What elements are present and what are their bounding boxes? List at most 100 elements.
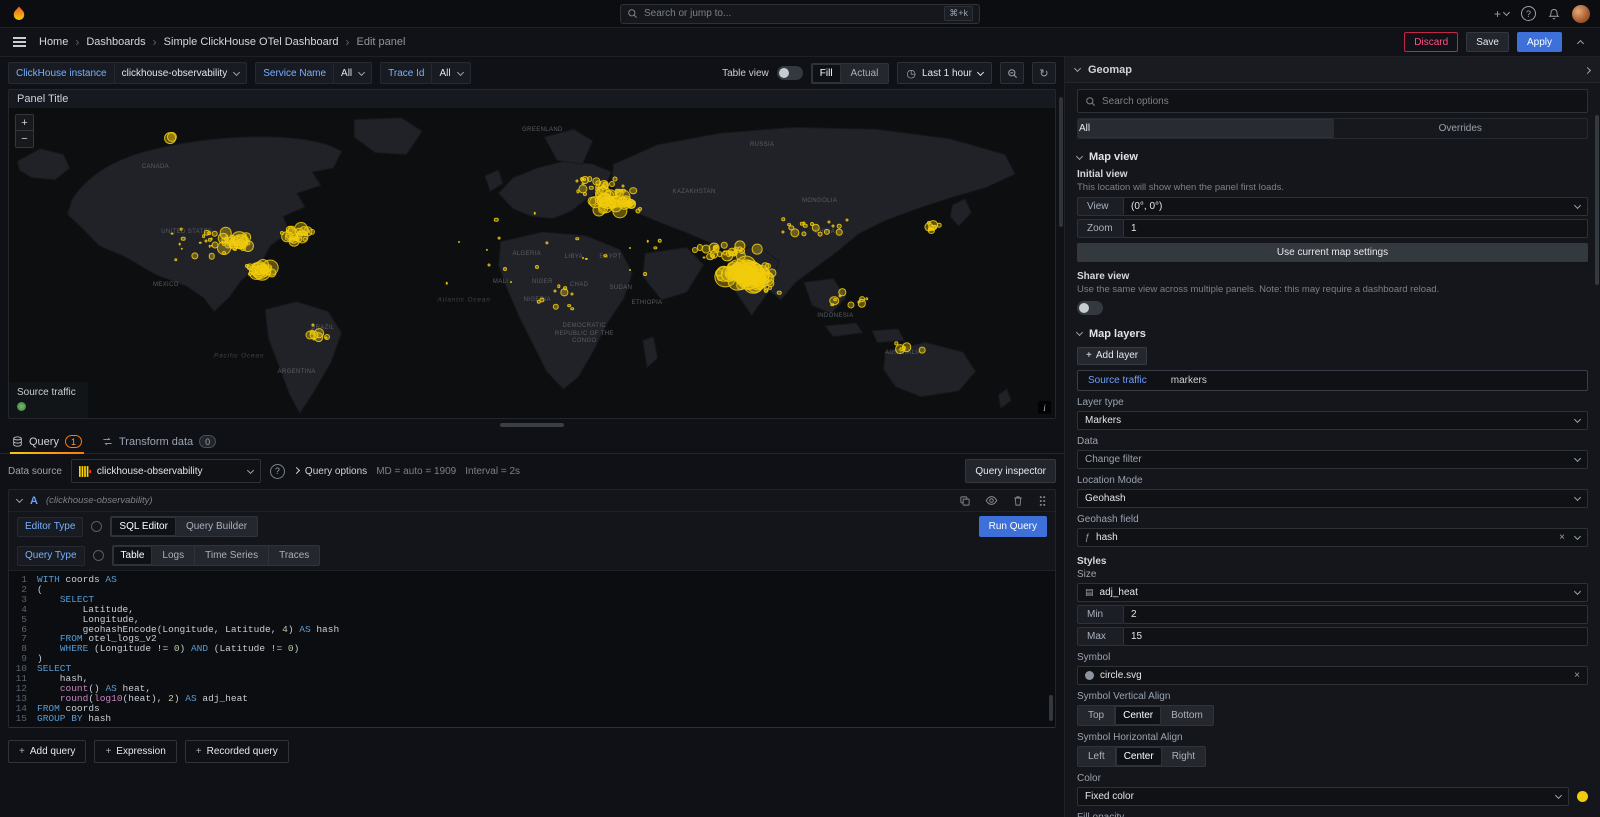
code-line[interactable]: 6 geohashEncode(Longitude, Latitude, 4) … <box>9 625 1055 635</box>
filter-label[interactable]: Service Name <box>255 62 334 84</box>
query-type-logs[interactable]: Logs <box>152 546 195 565</box>
query-type-help-icon[interactable] <box>93 550 104 561</box>
color-select[interactable]: Fixed color <box>1077 787 1569 806</box>
code-line[interactable]: 15GROUP BY hash <box>9 714 1055 724</box>
section-map-view[interactable]: Map view <box>1077 151 1588 163</box>
save-button[interactable]: Save <box>1466 32 1509 52</box>
editor-type-help-icon[interactable] <box>91 521 102 532</box>
user-avatar[interactable] <box>1572 5 1590 23</box>
sql-editor[interactable]: 1WITH coords AS2(3 SELECT4 Latitude,5 Lo… <box>9 570 1055 727</box>
code-line[interactable]: 10SELECT <box>9 664 1055 674</box>
code-line[interactable]: 8 WHERE (Longitude != 0) AND (Latitude !… <box>9 644 1055 654</box>
location-mode-select[interactable]: Geohash <box>1077 489 1588 508</box>
recorded-query-button[interactable]: +Recorded query <box>185 740 289 763</box>
pane-resize-handle[interactable] <box>500 423 564 427</box>
map-canvas[interactable]: CANADAGREENLANDRUSSIAUNITED STATESMEXICO… <box>9 108 1055 418</box>
code-line[interactable]: 1WITH coords AS <box>9 575 1055 585</box>
code-line[interactable]: 11 hash, <box>9 674 1055 684</box>
map-zoom-in-button[interactable]: + <box>16 115 33 131</box>
valign-bottom[interactable]: Bottom <box>1161 706 1213 725</box>
geohash-field-select[interactable]: ƒ hash × <box>1077 528 1588 547</box>
layer-type-select[interactable]: Markers <box>1077 411 1588 430</box>
clear-symbol-icon[interactable]: × <box>1574 670 1580 681</box>
valign-top[interactable]: Top <box>1078 706 1115 725</box>
breadcrumb-item[interactable]: Dashboards <box>86 36 145 48</box>
add-layer-button[interactable]: + Add layer <box>1077 347 1147 365</box>
size-field-select[interactable]: ▤ adj_heat <box>1077 583 1588 602</box>
collapse-query-icon[interactable] <box>16 496 23 503</box>
view-select[interactable]: (0°, 0°) <box>1123 197 1588 216</box>
code-line[interactable]: 9) <box>9 654 1055 664</box>
delete-query-icon[interactable] <box>1012 495 1024 507</box>
code-line[interactable]: 4 Latitude, <box>9 605 1055 615</box>
left-pane-scrollbar[interactable] <box>1059 97 1063 227</box>
share-view-toggle[interactable] <box>1077 301 1103 315</box>
filter-label[interactable]: Trace Id <box>380 62 432 84</box>
table-view-toggle[interactable] <box>777 66 803 80</box>
options-search-input[interactable]: Search options <box>1077 89 1588 113</box>
filter-value-dropdown[interactable]: clickhouse-observability <box>115 62 248 84</box>
query-type-traces[interactable]: Traces <box>269 546 319 565</box>
halign-center[interactable]: Center <box>1116 747 1162 766</box>
query-options-toggle[interactable]: Query options <box>294 466 367 477</box>
time-range-picker[interactable]: ◷ Last 1 hour <box>897 62 992 84</box>
halign-left[interactable]: Left <box>1078 747 1116 766</box>
query-inspector-button[interactable]: Query inspector <box>965 459 1056 483</box>
grafana-logo-icon[interactable] <box>10 5 28 23</box>
query-type-table[interactable]: Table <box>113 546 153 565</box>
max-input[interactable]: 15 <box>1123 627 1588 646</box>
layer-name[interactable]: Source traffic <box>1078 375 1157 386</box>
min-input[interactable]: 2 <box>1123 605 1588 624</box>
hide-query-icon[interactable] <box>985 494 998 507</box>
display-mode-actual[interactable]: Actual <box>841 64 889 83</box>
tab-query[interactable]: Query1 <box>10 430 84 453</box>
datasource-select[interactable]: clickhouse-observability <box>71 459 261 483</box>
attribution-info-icon[interactable]: i <box>1038 401 1051 414</box>
code-line[interactable]: 3 SELECT <box>9 595 1055 605</box>
layer-row[interactable]: Source traffic markers <box>1077 370 1588 391</box>
code-line[interactable]: 13 round(log10(heat), 2) AS adj_heat <box>9 694 1055 704</box>
use-current-map-settings-button[interactable]: Use current map settings <box>1077 243 1588 262</box>
halign-right[interactable]: Right <box>1162 747 1205 766</box>
symbol-select[interactable]: circle.svg × <box>1077 666 1588 685</box>
clear-field-icon[interactable]: × <box>1559 532 1565 543</box>
options-tab-overrides[interactable]: Overrides <box>1334 119 1588 138</box>
editor-mode-sql-editor[interactable]: SQL Editor <box>111 517 176 536</box>
help-icon[interactable]: ? <box>1521 6 1536 21</box>
options-collapse-icon[interactable] <box>1074 65 1081 72</box>
expression-button[interactable]: +Expression <box>94 740 176 763</box>
breadcrumb-item[interactable]: Home <box>39 36 68 48</box>
map-zoom-out-button[interactable]: − <box>16 131 33 147</box>
query-type-time-series[interactable]: Time Series <box>195 546 269 565</box>
filter-value-dropdown[interactable]: All <box>432 62 470 84</box>
breadcrumb-item[interactable]: Simple ClickHouse OTel Dashboard <box>164 36 339 48</box>
query-ref-id[interactable]: A <box>30 495 38 507</box>
run-query-button[interactable]: Run Query <box>979 516 1047 537</box>
news-bell-icon[interactable] <box>1548 8 1560 20</box>
drag-query-icon[interactable] <box>1038 495 1047 507</box>
editor-mode-query-builder[interactable]: Query Builder <box>176 517 257 536</box>
datasource-help-icon[interactable]: ? <box>270 464 285 479</box>
tab-transform-data[interactable]: Transform data0 <box>100 430 218 453</box>
filter-label[interactable]: ClickHouse instance <box>8 62 115 84</box>
expand-pane-icon[interactable] <box>1585 64 1590 76</box>
color-swatch[interactable] <box>1577 791 1588 802</box>
data-filter-select[interactable]: Change filter <box>1077 450 1588 469</box>
valign-center[interactable]: Center <box>1115 706 1161 725</box>
panel-header[interactable]: Panel Title <box>9 90 1055 108</box>
filter-value-dropdown[interactable]: All <box>334 62 372 84</box>
section-map-layers[interactable]: Map layers <box>1077 328 1588 340</box>
options-tab-all[interactable]: All <box>1078 119 1334 138</box>
collapse-panel-icon[interactable] <box>1570 32 1590 52</box>
code-line[interactable]: 2( <box>9 585 1055 595</box>
display-mode-fill[interactable]: Fill <box>812 64 841 83</box>
code-line[interactable]: 14FROM coords <box>9 704 1055 714</box>
discard-button[interactable]: Discard <box>1404 32 1458 52</box>
search-input[interactable]: Search or jump to... ⌘+k <box>620 4 980 24</box>
menu-toggle-icon[interactable] <box>10 34 29 50</box>
editor-scrollbar[interactable] <box>1049 695 1053 721</box>
options-scrollbar[interactable] <box>1595 115 1599 285</box>
zoom-input[interactable]: 1 <box>1123 219 1588 238</box>
zoom-out-time-button[interactable] <box>1000 62 1024 84</box>
add-menu-button[interactable]: + <box>1494 7 1509 21</box>
